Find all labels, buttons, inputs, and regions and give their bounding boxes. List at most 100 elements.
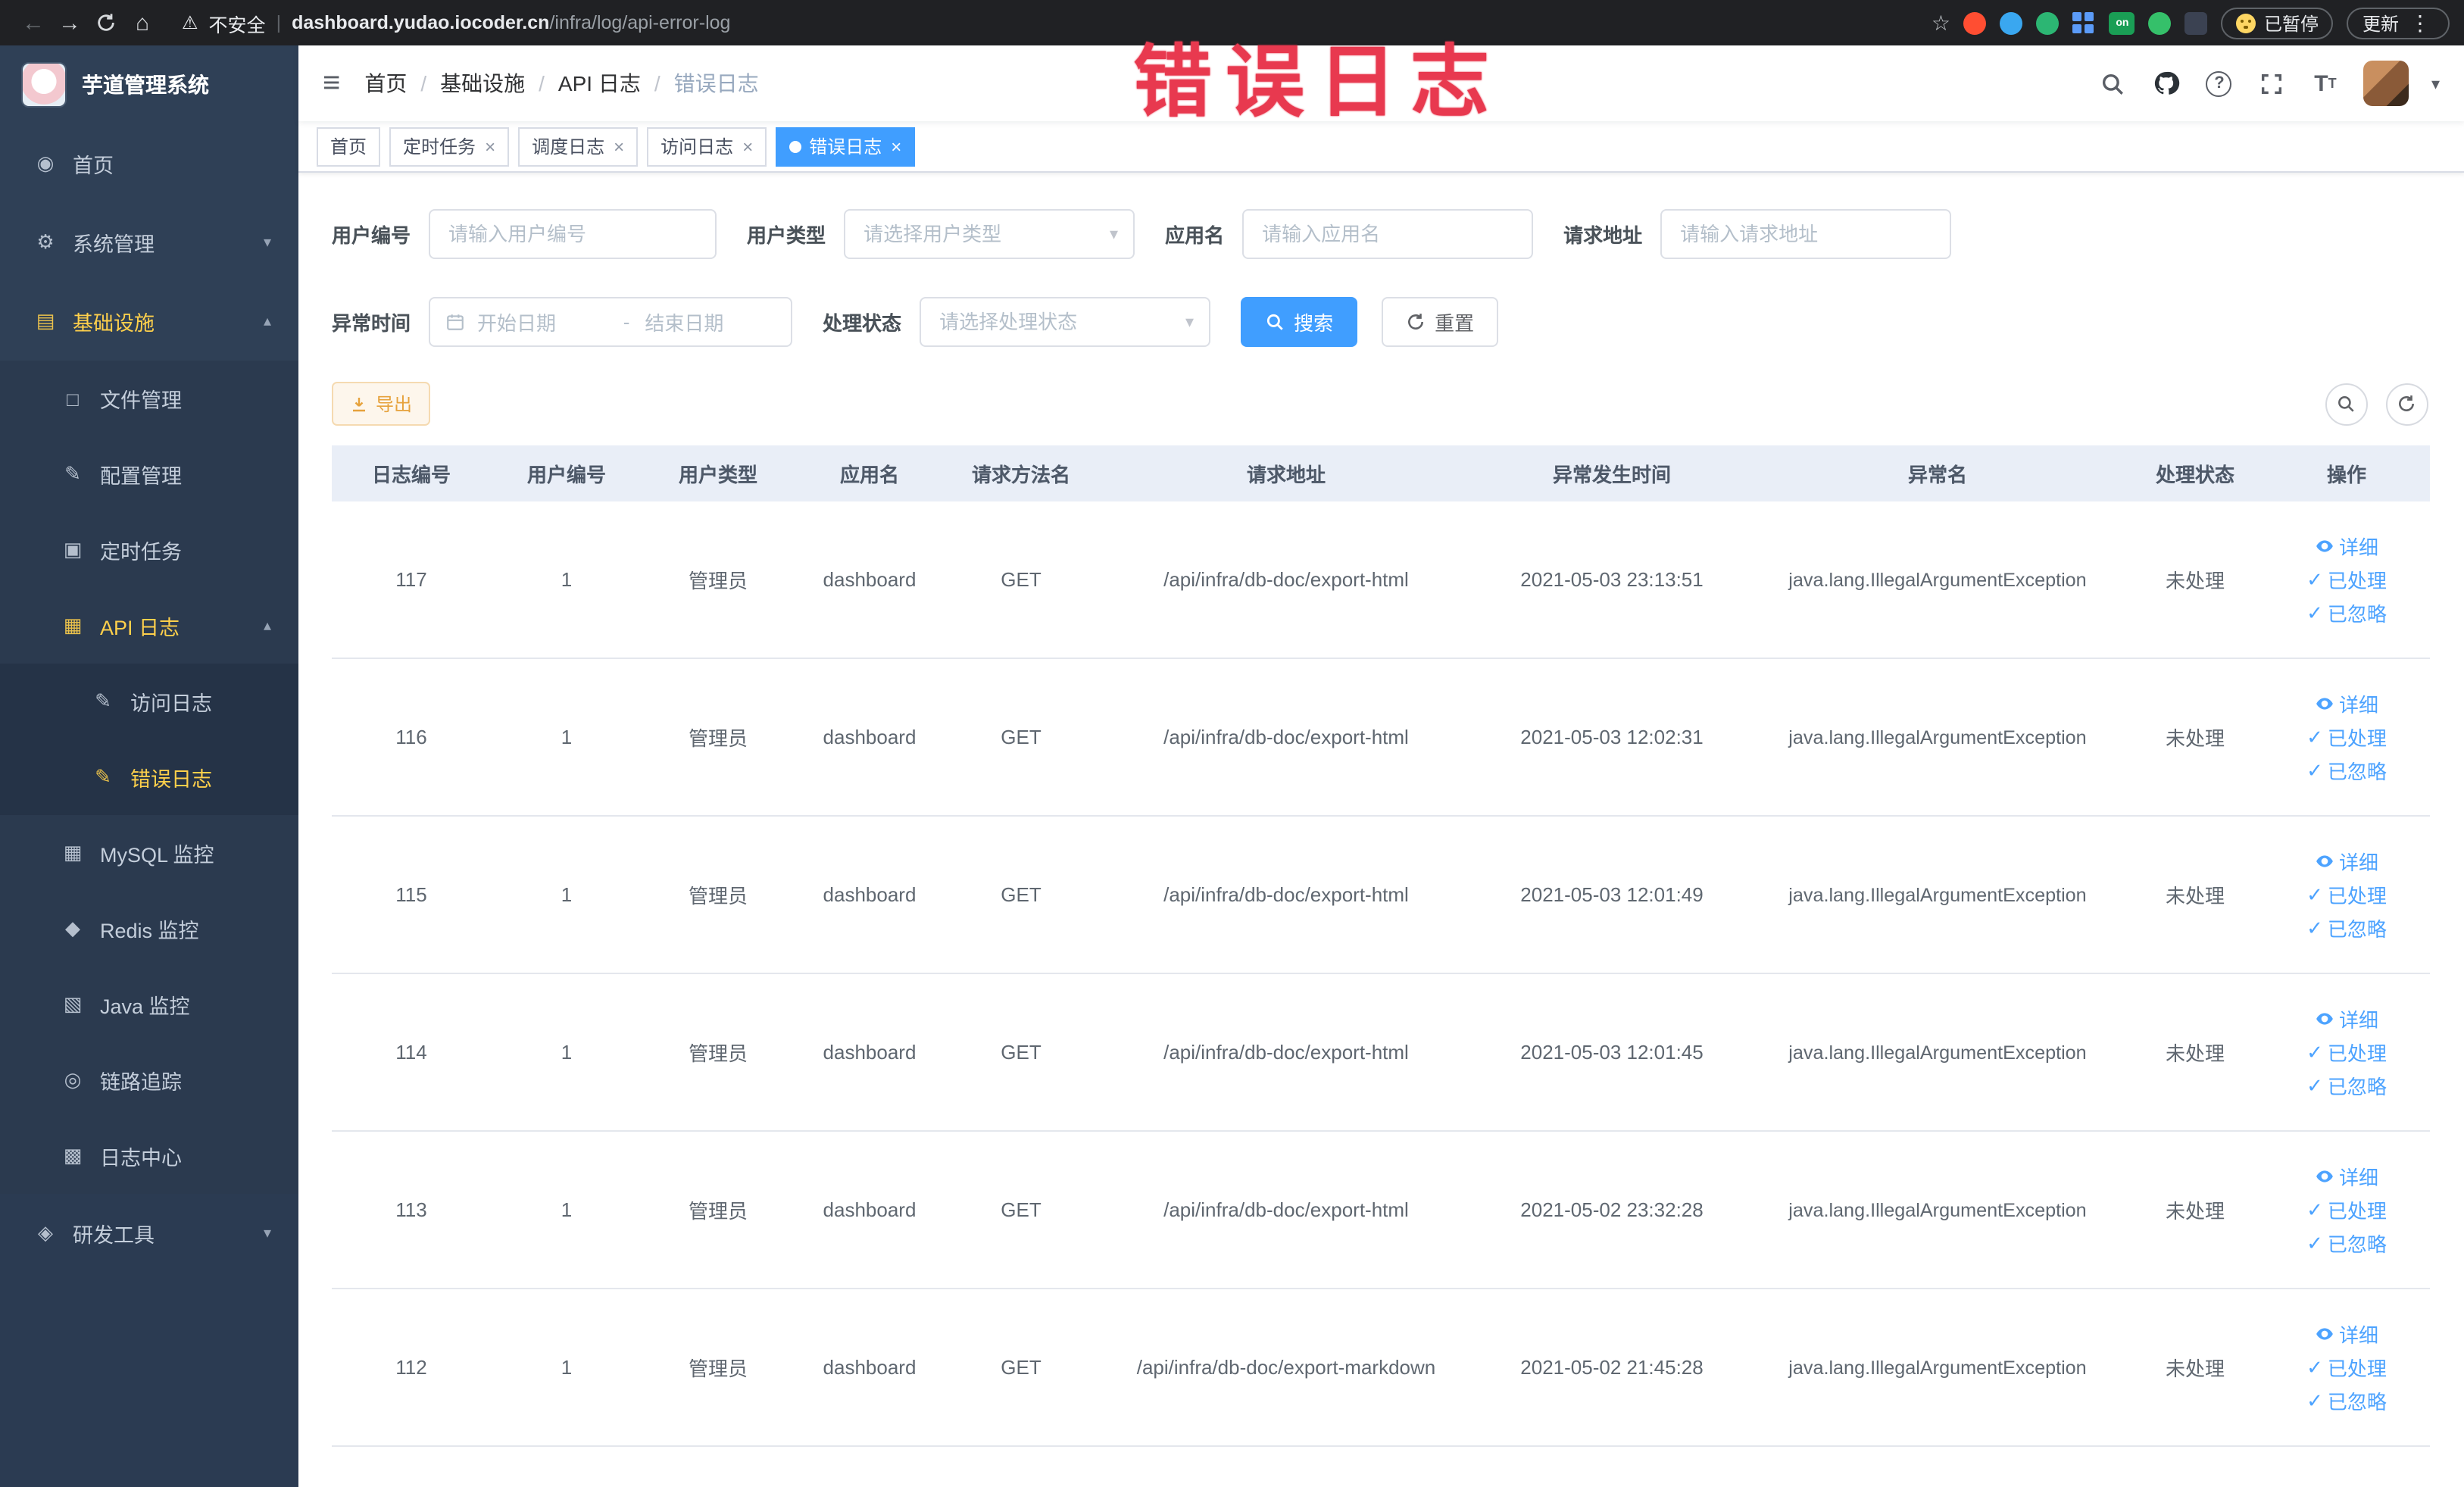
user-avatar[interactable] bbox=[2363, 61, 2409, 106]
cell-exception-time: 2021-05-02 23:32:28 bbox=[1520, 1198, 1704, 1221]
process-status-select[interactable]: ▾ bbox=[920, 297, 1211, 347]
browser-refresh-icon[interactable] bbox=[88, 5, 124, 41]
extension-icon-red[interactable] bbox=[1963, 11, 1987, 34]
extension-icon-green-circle[interactable] bbox=[2036, 11, 2060, 34]
user-id-input[interactable] bbox=[430, 211, 716, 258]
breadcrumb-home[interactable]: 首页 bbox=[364, 68, 407, 98]
address-separator: | bbox=[276, 12, 282, 33]
action-detail[interactable]: 详细 bbox=[2315, 1162, 2378, 1191]
sidebar-item-redis-monitor[interactable]: ◆ Redis 监控 bbox=[0, 891, 298, 967]
browser-menu-icon: ⋮ bbox=[2409, 10, 2431, 34]
tab-home[interactable]: 首页 bbox=[317, 127, 381, 166]
chevron-up-icon: ▴ bbox=[263, 617, 271, 634]
close-icon[interactable]: × bbox=[483, 136, 495, 157]
action-detail[interactable]: 详细 bbox=[2315, 1320, 2378, 1348]
cell-user-id: 1 bbox=[561, 1198, 573, 1221]
address-bar[interactable]: ⚠ 不安全 | dashboard.yudao.iocoder.cn/infra… bbox=[182, 8, 730, 37]
exception-time-range-picker[interactable]: 开始日期 - 结束日期 bbox=[429, 297, 793, 347]
font-size-icon[interactable]: TT bbox=[2310, 68, 2341, 98]
browser-home-icon[interactable]: ⌂ bbox=[124, 5, 161, 41]
sidebar-item-log-center[interactable]: ▩ 日志中心 bbox=[0, 1118, 298, 1194]
action-processed-label: 已处理 bbox=[2327, 1042, 2387, 1065]
sidebar-item-mysql-monitor[interactable]: ▦ MySQL 监控 bbox=[0, 815, 298, 891]
user-type-select[interactable]: ▾ bbox=[844, 209, 1135, 259]
request-url-input[interactable] bbox=[1662, 211, 1950, 258]
action-detail[interactable]: 详细 bbox=[2315, 847, 2378, 876]
tab-error-logs[interactable]: 错误日志 × bbox=[776, 127, 916, 166]
check-icon: ✓ bbox=[2306, 1040, 2323, 1063]
browser-forward-icon[interactable]: → bbox=[52, 5, 88, 41]
tab-access-logs[interactable]: 访问日志 × bbox=[647, 127, 767, 166]
cell-app-name: dashboard bbox=[823, 883, 917, 906]
breadcrumb-infrastructure[interactable]: 基础设施 bbox=[440, 68, 525, 98]
sidebar-item-config-management[interactable]: ✎ 配置管理 bbox=[0, 436, 298, 512]
action-processed[interactable]: ✓ 已处理 bbox=[2306, 1038, 2387, 1067]
paused-pill-button[interactable]: 已暂停 bbox=[2221, 7, 2334, 39]
toggle-search-button[interactable] bbox=[2325, 383, 2367, 425]
extension-icon-on-badge[interactable]: on bbox=[2109, 11, 2135, 34]
refresh-icon bbox=[2397, 394, 2416, 414]
sidebar-item-access-logs[interactable]: ✎ 访问日志 bbox=[0, 664, 298, 739]
sidebar-item-file-management[interactable]: □ 文件管理 bbox=[0, 361, 298, 436]
sidebar-item-scheduled-tasks[interactable]: ▣ 定时任务 bbox=[0, 512, 298, 588]
avatar-caret-icon[interactable]: ▾ bbox=[2431, 73, 2440, 93]
fullscreen-icon[interactable] bbox=[2257, 68, 2288, 98]
action-detail[interactable]: 详细 bbox=[2315, 1004, 2378, 1033]
action-detail[interactable]: 详细 bbox=[2315, 689, 2378, 718]
extension-icon-grid[interactable] bbox=[2072, 11, 2096, 34]
app-name-input[interactable] bbox=[1244, 211, 1532, 258]
action-detail[interactable]: 详细 bbox=[2315, 532, 2378, 561]
bookmark-star-icon[interactable]: ☆ bbox=[1932, 10, 1950, 36]
sidebar-logo[interactable]: 芋道管理系统 bbox=[0, 45, 298, 124]
close-icon[interactable]: × bbox=[889, 136, 901, 157]
sidebar-item-infrastructure[interactable]: ▤ 基础设施 ▴ bbox=[0, 282, 298, 361]
cell-status: 未处理 bbox=[2165, 570, 2225, 592]
action-ignored[interactable]: ✓ 已忽略 bbox=[2306, 914, 2387, 942]
table-row: 112 1 管理员 dashboard GET /api/infra/db-do… bbox=[332, 1289, 2430, 1447]
breadcrumb-api-logs[interactable]: API 日志 bbox=[558, 68, 641, 98]
user-type-select-input[interactable] bbox=[845, 211, 1134, 258]
cell-user-type: 管理员 bbox=[688, 727, 748, 750]
extension-icon-blue-drop[interactable] bbox=[2000, 11, 2023, 34]
action-ignored[interactable]: ✓ 已忽略 bbox=[2306, 756, 2387, 785]
sidebar-item-link-tracing[interactable]: ◎ 链路追踪 bbox=[0, 1042, 298, 1118]
update-pill-button[interactable]: 更新 ⋮ bbox=[2347, 7, 2449, 39]
cell-actions: 详细 ✓ 已处理 ✓ 已忽略 bbox=[2263, 847, 2430, 942]
github-icon[interactable] bbox=[2151, 68, 2181, 98]
hamburger-icon[interactable]: ≡ bbox=[323, 68, 340, 98]
action-processed[interactable]: ✓ 已处理 bbox=[2306, 1353, 2387, 1382]
action-ignored[interactable]: ✓ 已忽略 bbox=[2306, 1071, 2387, 1100]
search-button[interactable]: 搜索 bbox=[1241, 297, 1358, 347]
action-processed[interactable]: ✓ 已处理 bbox=[2306, 565, 2387, 594]
cell-request-url: /api/infra/db-doc/export-html bbox=[1163, 1041, 1409, 1064]
cell-user-id: 1 bbox=[561, 1356, 573, 1379]
extension-icon-dark[interactable] bbox=[2184, 11, 2208, 34]
action-ignored[interactable]: ✓ 已忽略 bbox=[2306, 1229, 2387, 1257]
extension-icon-leaf[interactable] bbox=[2148, 11, 2172, 34]
sidebar-item-home[interactable]: ◉ 首页 bbox=[0, 124, 298, 203]
search-icon[interactable] bbox=[2098, 68, 2128, 98]
action-processed[interactable]: ✓ 已处理 bbox=[2306, 723, 2387, 751]
action-processed[interactable]: ✓ 已处理 bbox=[2306, 1195, 2387, 1224]
close-icon[interactable]: × bbox=[612, 136, 624, 157]
sidebar-item-error-logs[interactable]: ✎ 错误日志 bbox=[0, 739, 298, 815]
sidebar-item-api-logs[interactable]: ▦ API 日志 ▴ bbox=[0, 588, 298, 664]
help-icon[interactable]: ? bbox=[2204, 68, 2234, 98]
sidebar-item-system-management[interactable]: ⚙ 系统管理 ▾ bbox=[0, 203, 298, 282]
check-icon: ✓ bbox=[2306, 1073, 2323, 1096]
refresh-table-button[interactable] bbox=[2385, 383, 2428, 425]
action-processed[interactable]: ✓ 已处理 bbox=[2306, 880, 2387, 909]
tab-dispatch-logs[interactable]: 调度日志 × bbox=[518, 127, 639, 166]
export-button[interactable]: 导出 bbox=[332, 382, 431, 426]
sidebar-item-dev-tools[interactable]: ◈ 研发工具 ▾ bbox=[0, 1194, 298, 1273]
close-icon[interactable]: × bbox=[741, 136, 753, 157]
tab-scheduled-tasks[interactable]: 定时任务 × bbox=[389, 127, 510, 166]
java-icon: ▧ bbox=[63, 992, 83, 1015]
reset-button[interactable]: 重置 bbox=[1382, 297, 1499, 347]
sidebar-item-java-monitor[interactable]: ▧ Java 监控 bbox=[0, 967, 298, 1042]
cell-method: GET bbox=[1001, 726, 1042, 748]
browser-back-icon[interactable]: ← bbox=[15, 5, 52, 41]
process-status-select-input[interactable] bbox=[921, 298, 1210, 345]
action-ignored[interactable]: ✓ 已忽略 bbox=[2306, 1386, 2387, 1415]
action-ignored[interactable]: ✓ 已忽略 bbox=[2306, 598, 2387, 627]
